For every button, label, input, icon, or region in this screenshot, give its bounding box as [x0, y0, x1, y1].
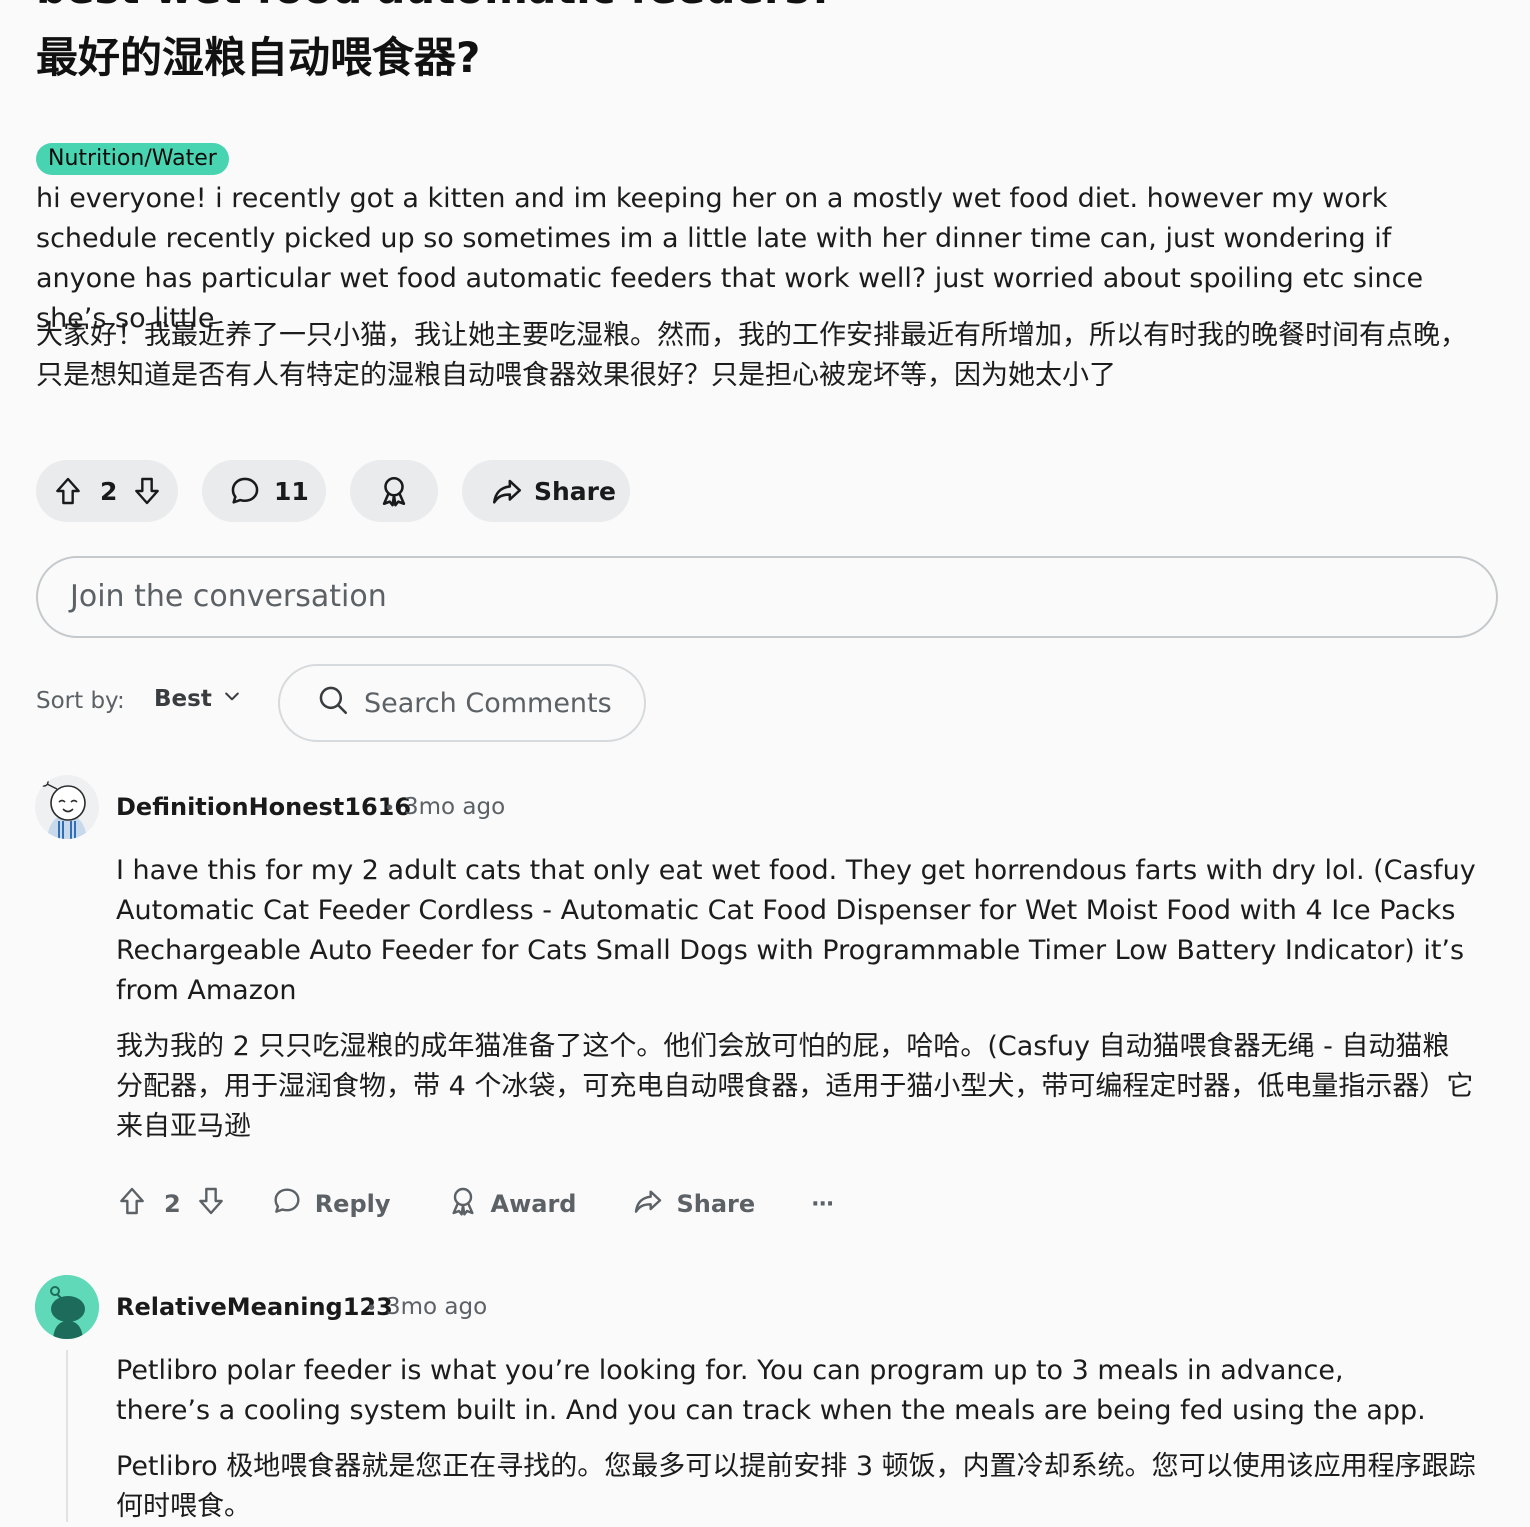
comment-time[interactable]: 3mo ago: [386, 1294, 487, 1320]
vote-pill: 2: [36, 460, 178, 522]
comment-action-bar: 2 Reply Award Share ···: [116, 1180, 834, 1228]
comment-body-cn: 我为我的 2 只只吃湿粮的成年猫准备了这个。他们会放可怕的屁，哈哈。(Casfu…: [116, 1031, 1474, 1142]
comment-body-en: Petlibro polar feeder is what you’re loo…: [116, 1355, 1426, 1426]
share-icon: [490, 474, 524, 508]
award-button[interactable]: Award: [447, 1185, 577, 1223]
post-flair[interactable]: Nutrition/Water: [36, 143, 229, 175]
sort-label: Sort by:: [36, 688, 125, 714]
comment-username[interactable]: DefinitionHonest1616: [116, 793, 411, 821]
comment-body-en: I have this for my 2 adult cats that onl…: [116, 855, 1476, 1006]
avatar[interactable]: [35, 1275, 99, 1339]
award-label: Award: [490, 1190, 577, 1218]
chevron-down-icon: [222, 686, 242, 712]
upvote-icon[interactable]: [116, 1185, 148, 1223]
comment-count: 11: [274, 476, 309, 506]
search-icon: [316, 683, 350, 724]
comment-time[interactable]: 3mo ago: [404, 794, 505, 820]
more-options-icon[interactable]: ···: [811, 1192, 834, 1217]
comment-body-cn: Petlibro 极地喂食器就是您正在寻找的。您最多可以提前安排 3 顿饭，内置…: [116, 1451, 1476, 1522]
award-button[interactable]: [350, 460, 438, 522]
comments-button[interactable]: 11: [202, 460, 326, 522]
post-title-cn: 最好的湿粮自动喂食器?: [36, 33, 481, 82]
meta-separator: •: [386, 797, 394, 819]
share-label: Share: [676, 1190, 756, 1218]
comment-username[interactable]: RelativeMeaning123: [116, 1293, 393, 1321]
share-button[interactable]: Share: [462, 460, 630, 522]
reply-button[interactable]: Reply: [271, 1185, 391, 1223]
share-label: Share: [534, 476, 616, 506]
downvote-icon[interactable]: [131, 475, 163, 507]
share-icon: [632, 1185, 664, 1223]
post-body-en: hi everyone! i recently got a kitten and…: [36, 183, 1424, 334]
comment-vote-count: 2: [164, 1190, 181, 1218]
comment-icon: [271, 1185, 303, 1223]
vote-count: 2: [100, 476, 118, 506]
downvote-icon[interactable]: [195, 1185, 227, 1223]
post-body-cn: 大家好！我最近养了一只小猫，我让她主要吃湿粮。然而，我的工作安排最近有所增加，所…: [36, 320, 1467, 391]
post-title-en: best wet food automatic feeders?: [36, 0, 834, 10]
award-icon: [447, 1185, 479, 1223]
sort-value: Best: [154, 686, 212, 712]
share-button[interactable]: Share: [632, 1185, 755, 1223]
award-icon: [377, 474, 411, 508]
sort-dropdown[interactable]: Best: [154, 686, 242, 712]
comment-icon: [228, 474, 262, 508]
meta-separator: •: [368, 1297, 376, 1319]
thread-line[interactable]: [66, 1350, 68, 1522]
avatar[interactable]: [35, 775, 99, 839]
search-comments-input[interactable]: Search Comments: [278, 664, 646, 742]
search-placeholder: Search Comments: [364, 687, 612, 719]
reply-label: Reply: [314, 1190, 391, 1218]
upvote-icon[interactable]: [52, 475, 84, 507]
join-conversation-input[interactable]: Join the conversation: [36, 556, 1498, 638]
